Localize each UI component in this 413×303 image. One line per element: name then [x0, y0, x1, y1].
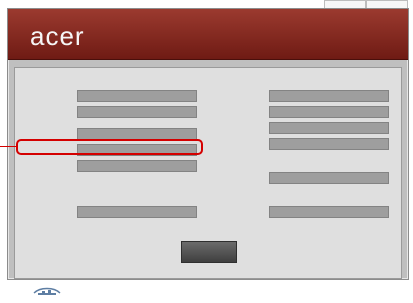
right-field-4: [209, 138, 409, 152]
highlight-box: [16, 139, 203, 155]
right-field-6-value[interactable]: [269, 206, 389, 218]
left-field-6: [15, 206, 205, 220]
right-field-3-value[interactable]: [269, 122, 389, 134]
right-field-3: [209, 122, 409, 136]
right-field-6: [209, 206, 409, 220]
highlight-leader-line: [0, 146, 16, 147]
left-field-1: [15, 90, 205, 104]
left-field-2: [15, 106, 205, 120]
bottom-button[interactable]: [181, 241, 237, 263]
right-field-5: [209, 172, 409, 186]
right-field-1: [209, 90, 409, 104]
acer-gateway-logo-icon: [33, 287, 61, 295]
left-field-2-value[interactable]: [77, 106, 197, 118]
right-field-5-value[interactable]: [269, 172, 389, 184]
header-bar: acer: [8, 9, 408, 60]
left-field-6-value[interactable]: [77, 206, 197, 218]
right-field-4-value[interactable]: [269, 138, 389, 150]
right-field-1-value[interactable]: [269, 90, 389, 102]
left-field-5: [15, 160, 205, 174]
right-field-2-value[interactable]: [269, 106, 389, 118]
acer-logo: acer: [30, 21, 85, 51]
right-field-2: [209, 106, 409, 120]
left-field-5-value[interactable]: [77, 160, 197, 172]
left-field-1-value[interactable]: [77, 90, 197, 102]
